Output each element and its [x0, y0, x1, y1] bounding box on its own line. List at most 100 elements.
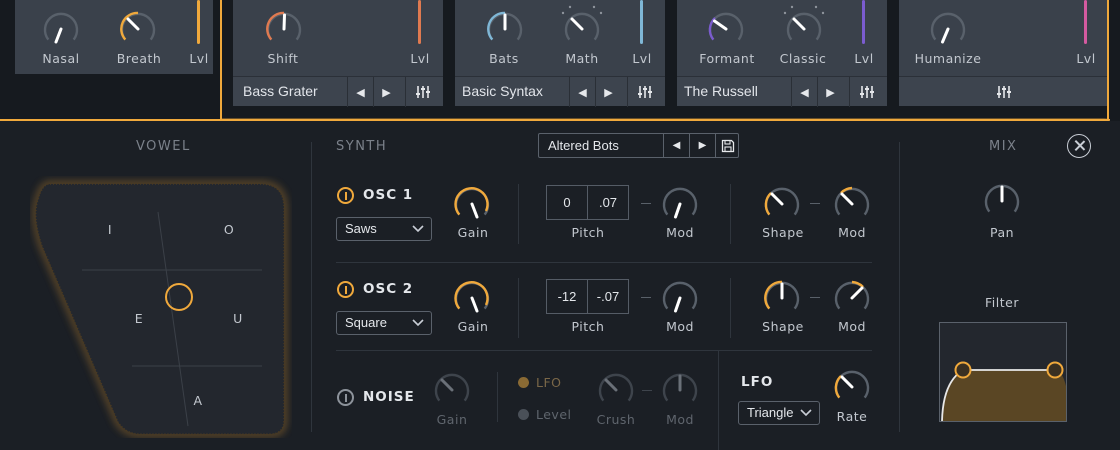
- level-meter[interactable]: [418, 0, 421, 44]
- bats-knob[interactable]: [485, 9, 525, 49]
- osc2-wave-value: Square: [345, 315, 387, 330]
- noise-gain-label: Gain: [436, 412, 468, 427]
- sliders-icon[interactable]: [849, 77, 883, 107]
- osc2-pitch-fine[interactable]: -.07: [587, 279, 629, 314]
- panel-bg-left-top: [0, 76, 220, 119]
- panel-bg-right-top: [1109, 0, 1120, 119]
- osc2-pitch-label: Pitch: [571, 319, 605, 334]
- crush-knob[interactable]: [596, 370, 636, 410]
- lfo-wave-select[interactable]: Triangle: [738, 401, 820, 425]
- next-preset-button[interactable]: ▶: [817, 77, 843, 107]
- close-icon[interactable]: [1067, 134, 1091, 158]
- osc1-gain-knob[interactable]: [452, 184, 492, 224]
- vowel-a-label: A: [193, 393, 203, 408]
- sliders-icon[interactable]: [627, 77, 661, 107]
- save-icon[interactable]: [715, 134, 739, 157]
- next-preset-button[interactable]: ▶: [373, 77, 399, 107]
- level-meter[interactable]: [640, 0, 643, 44]
- math-knob[interactable]: [562, 9, 602, 49]
- lfo-title: LFO: [741, 374, 774, 390]
- mod-link-dash: [641, 297, 651, 298]
- pan-label: Pan: [989, 225, 1015, 240]
- lfo-source-dot[interactable]: [518, 377, 529, 388]
- preset-bar: Bass Grater ◀ ▶: [233, 76, 443, 107]
- osc2-mod-label: Mod: [666, 319, 694, 334]
- next-preset-button[interactable]: ▶: [595, 77, 621, 107]
- osc1-pitch-coarse[interactable]: 0: [546, 185, 588, 220]
- vowel-title: VOWEL: [136, 139, 191, 154]
- level-label: Lvl: [410, 51, 430, 66]
- separator: [899, 142, 900, 432]
- osc2-title: OSC 2: [363, 281, 414, 297]
- osc2-gain-knob[interactable]: [452, 278, 492, 318]
- mod-link-dash: [810, 297, 820, 298]
- level-label: Lvl: [1076, 51, 1096, 66]
- osc2-pitch-coarse[interactable]: -12: [546, 279, 588, 314]
- lfo-rate-label: Rate: [836, 409, 868, 424]
- osc1-pitch-fine[interactable]: .07: [587, 185, 629, 220]
- noise-power-icon[interactable]: [337, 389, 354, 406]
- osc2-pitch-mod-knob[interactable]: [660, 278, 700, 318]
- humanize-knob[interactable]: [928, 9, 968, 49]
- vowel-u-label: U: [233, 311, 243, 326]
- classic-knob[interactable]: [784, 9, 824, 49]
- prev-preset-button[interactable]: ◀: [663, 134, 689, 157]
- panel-border-left: [220, 0, 222, 121]
- prev-preset-button[interactable]: ◀: [569, 77, 595, 107]
- filter-curve-editor[interactable]: [939, 322, 1067, 422]
- crush-mod-label: Mod: [666, 412, 694, 427]
- crush-mod-knob[interactable]: [660, 370, 700, 410]
- breath-knob[interactable]: [118, 9, 158, 49]
- shift-label: Shift: [267, 51, 299, 66]
- level-label: Lvl: [189, 51, 209, 66]
- sliders-icon[interactable]: [405, 77, 439, 107]
- separator: [518, 278, 519, 338]
- next-preset-button[interactable]: ▶: [689, 134, 715, 157]
- formant-knob[interactable]: [706, 9, 746, 49]
- vowel-xy-pad[interactable]: [30, 176, 292, 438]
- osc1-power-icon[interactable]: [337, 187, 354, 204]
- crush-label: Crush: [596, 412, 636, 427]
- osc2-wave-select[interactable]: Square: [336, 311, 432, 335]
- osc1-title: OSC 1: [363, 187, 414, 203]
- mod-link-dash: [642, 390, 652, 391]
- level-label: Lvl: [854, 51, 874, 66]
- prev-preset-button[interactable]: ◀: [347, 77, 373, 107]
- chevron-down-icon: [412, 225, 424, 233]
- osc1-shape-knob[interactable]: [762, 184, 802, 224]
- separator: [497, 372, 498, 422]
- noise-gain-knob[interactable]: [432, 370, 472, 410]
- vowel-e-label: E: [134, 311, 144, 326]
- osc2-power-icon[interactable]: [337, 281, 354, 298]
- osc2-gain-label: Gain: [457, 319, 489, 334]
- level-meter[interactable]: [197, 0, 200, 44]
- separator: [336, 262, 872, 263]
- separator: [336, 350, 872, 351]
- synth-title: SYNTH: [336, 139, 388, 154]
- osc1-pitch-mod-knob[interactable]: [660, 184, 700, 224]
- level-meter[interactable]: [862, 0, 865, 44]
- preset-name[interactable]: Basic Syntax: [462, 83, 543, 99]
- prev-preset-button[interactable]: ◀: [791, 77, 817, 107]
- preset-bar: The Russell ◀ ▶: [677, 76, 887, 107]
- osc1-wave-select[interactable]: Saws: [336, 217, 432, 241]
- osc2-shape-mod-knob[interactable]: [832, 278, 872, 318]
- panel-border-top: [0, 119, 1108, 121]
- preset-name[interactable]: The Russell: [684, 83, 758, 99]
- vowel-i-label: I: [107, 222, 113, 237]
- shift-knob[interactable]: [264, 9, 304, 49]
- osc2-shape-knob[interactable]: [762, 278, 802, 318]
- lfo-rate-knob[interactable]: [832, 367, 872, 407]
- level-source-dot[interactable]: [518, 409, 529, 420]
- synth-preset-name[interactable]: Altered Bots: [548, 138, 619, 153]
- mix-title: MIX: [989, 139, 1018, 154]
- preset-name[interactable]: Bass Grater: [243, 83, 318, 99]
- pan-knob[interactable]: [982, 181, 1022, 221]
- chevron-down-icon: [412, 319, 424, 327]
- humanize-label: Humanize: [914, 51, 982, 66]
- osc1-shape-mod-knob[interactable]: [832, 184, 872, 224]
- sliders-icon[interactable]: [987, 77, 1021, 107]
- breath-label: Breath: [116, 51, 162, 66]
- level-meter[interactable]: [1084, 0, 1087, 44]
- nasal-knob[interactable]: [41, 9, 81, 49]
